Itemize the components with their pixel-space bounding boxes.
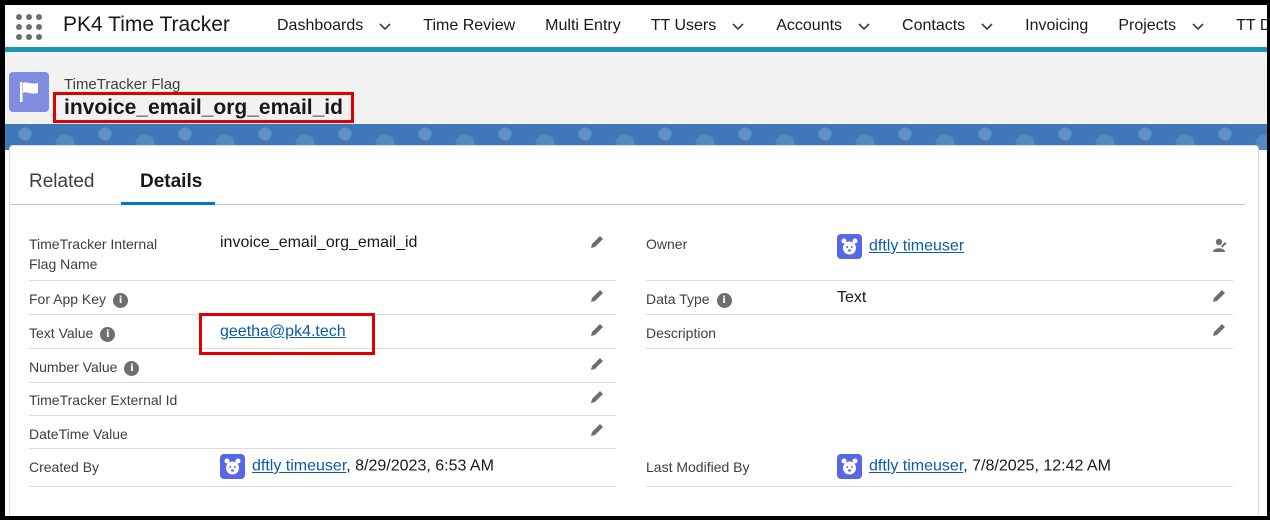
- global-nav: PK4 Time Tracker Dashboards Time Review Mu…: [5, 5, 1267, 47]
- field-value: dftly timeuser, 7/8/2025, 12:42 AM: [837, 454, 1111, 479]
- field-external-id: TimeTracker External Id: [29, 383, 616, 416]
- app-launcher-icon[interactable]: [13, 11, 43, 41]
- owner-user-link[interactable]: dftly timeuser: [869, 238, 964, 255]
- tab-related[interactable]: Related: [29, 171, 95, 193]
- edit-pencil-icon[interactable]: [588, 355, 606, 373]
- nav-item[interactable]: TT D: [1236, 17, 1267, 35]
- field-label: DateTime Value: [29, 426, 128, 442]
- field-for-app-key: For App Key i: [29, 281, 616, 315]
- field-owner: Owner dftly timeuser: [646, 227, 1233, 281]
- nav-item[interactable]: Dashboards: [277, 17, 393, 35]
- edit-pencil-icon[interactable]: [1210, 287, 1228, 305]
- field-label: Number Value i: [29, 357, 140, 377]
- nav-items: Dashboards Time Review Multi Entry TT Users…: [277, 5, 1267, 47]
- field-value: dftly timeuser: [837, 234, 964, 259]
- field-value: dftly timeuser, 8/29/2023, 6:53 AM: [220, 454, 494, 479]
- field-label: For App Key i: [29, 289, 129, 309]
- change-owner-icon[interactable]: [1210, 237, 1228, 255]
- chevron-down-icon[interactable]: [1190, 18, 1206, 34]
- edit-pencil-icon[interactable]: [588, 233, 606, 251]
- nav-item[interactable]: Time Review: [423, 17, 515, 35]
- field-value: invoice_email_org_email_id: [220, 234, 418, 251]
- user-avatar-icon: [220, 454, 245, 479]
- field-internal-flag-name: TimeTracker Internal Flag Name invoice_e…: [29, 227, 616, 281]
- edit-pencil-icon[interactable]: [588, 287, 606, 305]
- field-number-value: Number Value i: [29, 349, 616, 383]
- info-icon[interactable]: i: [113, 292, 129, 308]
- field-label: Created By: [29, 459, 100, 475]
- app-window: PK4 Time Tracker Dashboards Time Review Mu…: [5, 5, 1267, 516]
- active-tab-indicator: [121, 202, 215, 205]
- nav-item[interactable]: Invoicing: [1025, 17, 1088, 35]
- last-modified-by-user-link[interactable]: dftly timeuser: [869, 458, 963, 475]
- chevron-down-icon[interactable]: [856, 18, 872, 34]
- field-description: Description: [646, 315, 1233, 349]
- field-label: Text Value i: [29, 323, 116, 343]
- created-by-user-link[interactable]: dftly timeuser: [252, 458, 346, 475]
- tab-details[interactable]: Details: [140, 171, 202, 193]
- nav-item[interactable]: Multi Entry: [545, 17, 621, 35]
- record-type: TimeTracker Flag: [64, 76, 181, 93]
- field-label: Data Type i: [646, 289, 732, 309]
- nav-item[interactable]: Projects: [1118, 17, 1206, 35]
- field-datetime-value: DateTime Value: [29, 416, 616, 449]
- field-label: TimeTracker External Id: [29, 392, 178, 408]
- field-last-modified-by: Last Modified By dftly timeuser, 7/8/202…: [646, 449, 1233, 487]
- field-value: Text: [837, 289, 867, 306]
- field-data-type: Data Type i Text: [646, 281, 1233, 315]
- chevron-down-icon[interactable]: [377, 18, 393, 34]
- field-label: Owner: [646, 236, 688, 252]
- flag-icon: [9, 72, 49, 112]
- nav-item[interactable]: Contacts: [902, 17, 995, 35]
- info-icon[interactable]: i: [124, 360, 140, 376]
- edit-pencil-icon[interactable]: [1210, 321, 1228, 339]
- field-label: TimeTracker Internal Flag Name: [29, 236, 158, 272]
- edit-pencil-icon[interactable]: [588, 388, 606, 406]
- record-header: TimeTracker Flag invoice_email_org_email…: [5, 52, 1267, 127]
- info-icon[interactable]: i: [716, 292, 732, 308]
- field-created-by: Created By dftly timeuser, 8/29/2023, 6:…: [29, 449, 616, 487]
- details-card: Related Details TimeTracker Internal Fla…: [9, 145, 1259, 516]
- record-name-highlight: invoice_email_org_email_id: [53, 92, 354, 123]
- chevron-down-icon[interactable]: [730, 18, 746, 34]
- nav-item[interactable]: TT Users: [651, 17, 746, 35]
- field-label: Description: [646, 325, 717, 341]
- user-avatar-icon: [837, 454, 862, 479]
- tab-bar: Related Details: [10, 146, 1245, 205]
- app-name: PK4 Time Tracker: [63, 13, 230, 36]
- field-label: Last Modified By: [646, 459, 750, 475]
- record-name: invoice_email_org_email_id: [64, 95, 343, 119]
- edit-pencil-icon[interactable]: [588, 321, 606, 339]
- edit-pencil-icon[interactable]: [588, 421, 606, 439]
- nav-item[interactable]: Accounts: [776, 17, 872, 35]
- user-avatar-icon: [837, 234, 862, 259]
- info-icon[interactable]: i: [100, 326, 116, 342]
- chevron-down-icon[interactable]: [979, 18, 995, 34]
